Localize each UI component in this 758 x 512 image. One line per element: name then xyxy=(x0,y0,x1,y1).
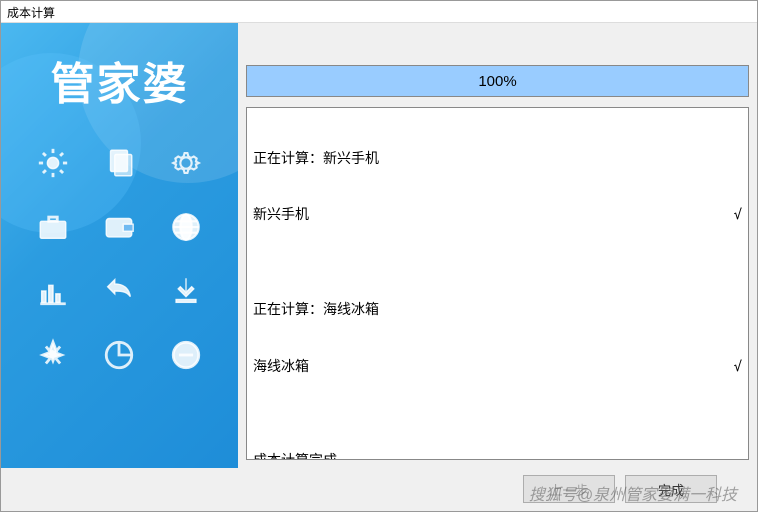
wallet-icon xyxy=(95,206,143,248)
footer: 上一步 完成 xyxy=(1,468,757,510)
log-output: 正在计算：新兴手机 新兴手机√ 正在计算：海线冰箱 海线冰箱√ 成本计算完成。 … xyxy=(246,107,749,460)
pie-chart-icon xyxy=(95,334,143,376)
sun-icon xyxy=(29,142,77,184)
sidebar-icon-grid xyxy=(1,142,238,376)
sidebar: 管家婆 xyxy=(1,23,238,468)
progress-fill: 100% xyxy=(247,66,748,96)
briefcase-icon xyxy=(29,206,77,248)
log-line: 正在计算：新兴手机 xyxy=(253,150,742,169)
log-line: 正在计算：海线冰箱 xyxy=(253,301,742,320)
main-panel: 100% 正在计算：新兴手机 新兴手机√ 正在计算：海线冰箱 海线冰箱√ 成本计… xyxy=(238,23,757,468)
download-icon xyxy=(162,270,210,312)
log-line: 新兴手机√ xyxy=(253,206,742,225)
brand-logo: 管家婆 xyxy=(1,23,238,142)
undo-icon xyxy=(95,270,143,312)
window-title: 成本计算 xyxy=(1,1,757,23)
progress-bar: 100% xyxy=(246,65,749,97)
gear-icon xyxy=(162,142,210,184)
log-line: 海线冰箱√ xyxy=(253,358,742,377)
finish-button[interactable]: 完成 xyxy=(625,475,717,503)
log-done: 成本计算完成。 xyxy=(253,452,742,460)
minus-circle-icon xyxy=(162,334,210,376)
star-icon xyxy=(29,334,77,376)
globe-icon xyxy=(162,206,210,248)
content-area: 管家婆 100% xyxy=(1,23,757,468)
documents-icon xyxy=(95,142,143,184)
progress-label: 100% xyxy=(478,73,516,90)
cost-calc-window: 成本计算 管家婆 100% xyxy=(0,0,758,512)
prev-button[interactable]: 上一步 xyxy=(523,475,615,503)
bar-chart-icon xyxy=(29,270,77,312)
